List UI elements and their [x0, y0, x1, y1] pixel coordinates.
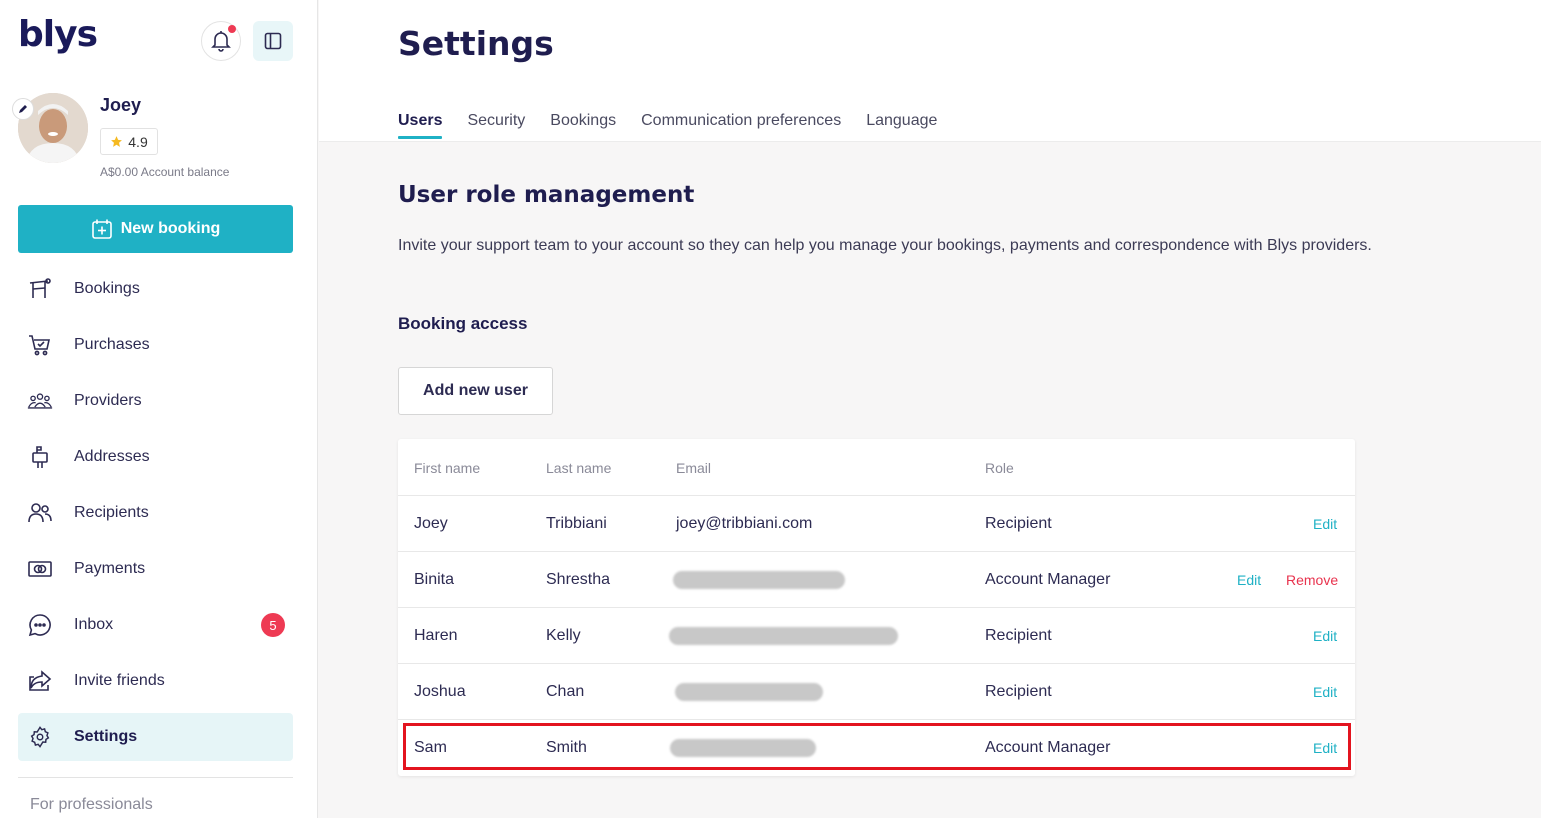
notifications-button[interactable]	[201, 21, 241, 61]
edit-button[interactable]: Edit	[1313, 664, 1337, 720]
sidebar-item-invite-friends[interactable]: Invite friends	[18, 657, 293, 705]
subsection-title: Booking access	[398, 314, 528, 333]
sidebar-item-label: Invite friends	[74, 672, 165, 689]
edit-button[interactable]: Edit	[1313, 496, 1337, 552]
last-name-cell: Tribbiani	[546, 515, 607, 532]
last-name-cell: Smith	[546, 739, 587, 756]
pencil-icon	[19, 105, 27, 113]
users-table: First name Last name Email Role Joey Tri…	[398, 439, 1355, 776]
first-name-cell: Sam	[414, 739, 447, 756]
sidebar-item-recipients[interactable]: Recipients	[18, 489, 293, 537]
role-cell: Account Manager	[985, 739, 1111, 756]
booking-table-icon	[27, 277, 53, 301]
chat-icon	[27, 613, 53, 637]
tab-users[interactable]: Users	[398, 112, 443, 139]
page-title: Settings	[398, 24, 554, 63]
email-cell-redacted	[675, 664, 823, 720]
sidebar: blys Joey 4.9 A$0.00 Account balance New…	[0, 0, 318, 818]
edit-button[interactable]: Edit	[1237, 552, 1261, 608]
sidebar-item-label: Payments	[74, 560, 146, 577]
email-cell: joey@tribbiani.com	[676, 515, 813, 532]
last-name-cell: Chan	[546, 683, 585, 700]
table-row: Joey Tribbiani joey@tribbiani.com Recipi…	[398, 496, 1355, 552]
blys-logo[interactable]: blys	[18, 14, 98, 55]
column-header-email: Email	[676, 459, 712, 476]
page-header: Settings Users Security Bookings Communi…	[319, 0, 1541, 142]
email-cell-redacted	[669, 608, 898, 664]
section-title: User role management	[398, 182, 695, 208]
sidebar-item-providers[interactable]: Providers	[18, 377, 293, 425]
sidebar-panel-icon	[264, 32, 282, 50]
sidebar-item-settings[interactable]: Settings	[18, 713, 293, 761]
edit-avatar-button[interactable]	[12, 98, 34, 120]
table-row: Haren Kelly Recipient Edit	[398, 608, 1355, 664]
column-header-role: Role	[985, 459, 1014, 476]
sidebar-item-label: Recipients	[74, 504, 149, 521]
notification-dot	[228, 25, 236, 33]
sidebar-item-bookings[interactable]: Bookings	[18, 265, 293, 313]
edit-button[interactable]: Edit	[1313, 608, 1337, 664]
section-description: Invite your support team to your account…	[398, 237, 1372, 254]
column-header-last-name: Last name	[546, 459, 612, 476]
first-name-cell: Binita	[414, 571, 455, 588]
role-cell: Recipient	[985, 683, 1052, 700]
last-name-cell: Kelly	[546, 627, 581, 644]
gear-icon	[27, 725, 53, 749]
first-name-cell: Joshua	[414, 683, 466, 700]
mailbox-icon	[27, 445, 53, 469]
first-name-cell: Haren	[414, 627, 458, 644]
collapse-sidebar-button[interactable]	[253, 21, 293, 61]
role-cell: Recipient	[985, 627, 1052, 644]
tab-security[interactable]: Security	[467, 112, 525, 139]
settings-tabs: Users Security Bookings Communication pr…	[398, 112, 937, 139]
new-booking-button[interactable]: New booking	[18, 205, 293, 253]
for-professionals-link[interactable]: For professionals	[30, 796, 153, 814]
cash-icon	[27, 557, 53, 581]
bell-icon	[211, 31, 231, 52]
sidebar-item-inbox[interactable]: Inbox 5	[18, 601, 293, 649]
users-icon	[27, 501, 53, 525]
table-row: Sam Smith Account Manager Edit	[398, 720, 1355, 776]
email-cell-redacted	[673, 552, 845, 608]
column-header-first-name: First name	[414, 459, 481, 476]
first-name-cell: Joey	[414, 515, 448, 532]
role-cell: Account Manager	[985, 571, 1111, 588]
email-cell-redacted	[670, 720, 816, 776]
group-icon	[27, 389, 53, 413]
sidebar-item-addresses[interactable]: Addresses	[18, 433, 293, 481]
profile-name: Joey	[100, 95, 142, 115]
star-icon	[111, 136, 123, 147]
sidebar-item-label: Addresses	[74, 448, 150, 465]
table-header: First name Last name Email Role	[398, 439, 1355, 496]
sidebar-item-payments[interactable]: Payments	[18, 545, 293, 593]
sidebar-item-label: Inbox	[74, 616, 114, 633]
cart-icon	[27, 333, 53, 357]
edit-button[interactable]: Edit	[1313, 720, 1337, 776]
remove-button[interactable]: Remove	[1286, 552, 1338, 608]
new-booking-label: New booking	[120, 220, 221, 237]
table-row: Joshua Chan Recipient Edit	[398, 664, 1355, 720]
sidebar-item-label: Purchases	[74, 336, 150, 353]
rating-value: 4.9	[128, 133, 148, 150]
tab-bookings[interactable]: Bookings	[550, 112, 616, 139]
table-row: Binita Shrestha Account Manager Edit Rem…	[398, 552, 1355, 608]
add-new-user-button[interactable]: Add new user	[398, 367, 553, 415]
sidebar-item-purchases[interactable]: Purchases	[18, 321, 293, 369]
share-icon	[27, 669, 53, 693]
sidebar-divider	[18, 777, 293, 778]
last-name-cell: Shrestha	[546, 571, 611, 588]
sidebar-item-label: Settings	[74, 728, 138, 745]
rating-badge: 4.9	[100, 128, 158, 155]
inbox-count-badge: 5	[261, 613, 285, 637]
sidebar-nav: Bookings Purchases Providers Addresses R…	[18, 265, 293, 769]
tab-language[interactable]: Language	[866, 112, 937, 139]
tab-communication-preferences[interactable]: Communication preferences	[641, 112, 841, 139]
calendar-plus-icon	[91, 219, 112, 239]
sidebar-item-label: Providers	[74, 392, 142, 409]
role-cell: Recipient	[985, 515, 1052, 532]
sidebar-item-label: Bookings	[74, 280, 140, 297]
account-balance: A$0.00 Account balance	[100, 165, 230, 179]
